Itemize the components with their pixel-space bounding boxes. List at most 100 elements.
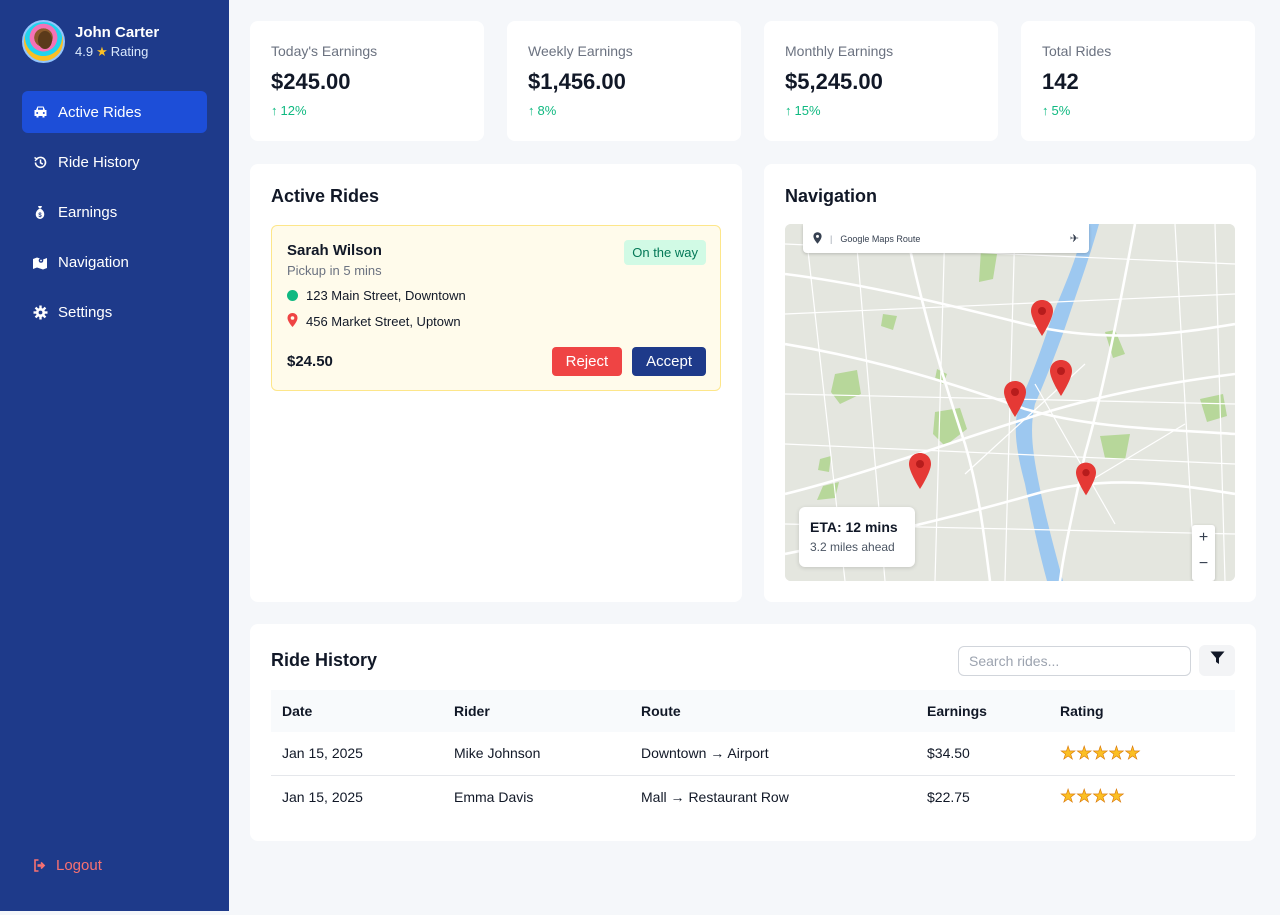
stat-change: ↑ 12%: [271, 103, 463, 118]
column-header-rating[interactable]: Rating: [1049, 690, 1235, 732]
map-marker[interactable]: [1031, 300, 1053, 341]
sidebar-item-earnings[interactable]: $ Earnings: [22, 191, 207, 233]
pickup-address: 123 Main Street, Downtown: [287, 288, 705, 303]
stat-card-weekly-earnings: Weekly Earnings $1,456.00 ↑ 8%: [507, 21, 741, 141]
directions-icon[interactable]: ✈: [1070, 232, 1079, 245]
stat-label: Total Rides: [1042, 43, 1112, 59]
status-badge: On the way: [624, 240, 706, 265]
pickup-dot-icon: [287, 290, 298, 301]
dropoff-address-text: 456 Market Street, Uptown: [306, 314, 461, 329]
ride-request-card[interactable]: Sarah Wilson Pickup in 5 mins On the way…: [271, 225, 721, 391]
stat-card-monthly-earnings: Monthly Earnings $5,245.00 ↑ 15%: [764, 21, 998, 141]
map-search-bar[interactable]: | Google Maps Route ✈: [803, 224, 1089, 253]
filter-icon: [1210, 651, 1225, 670]
column-header-earnings[interactable]: Earnings: [916, 690, 1049, 732]
driver-rating: 4.9 ★ Rating: [75, 44, 159, 60]
logout-label: Logout: [56, 857, 102, 874]
zoom-in-button[interactable]: +: [1192, 525, 1215, 551]
sidebar-item-ride-history[interactable]: Ride History: [22, 141, 207, 183]
column-header-rider[interactable]: Rider: [443, 690, 630, 732]
stat-label: Weekly Earnings: [528, 43, 633, 59]
navigation-panel: Navigation | Google Maps Route ✈ ETA: 12…: [764, 164, 1256, 602]
stat-change: ↑ 15%: [785, 103, 977, 118]
star-icon: ★: [96, 43, 108, 59]
sidebar-item-settings[interactable]: Settings: [22, 291, 207, 333]
history-icon: [32, 154, 48, 170]
sidebar-item-label: Settings: [58, 303, 113, 321]
driver-name: John Carter: [75, 23, 160, 41]
gear-icon: [32, 304, 48, 320]
stat-value: $1,456.00: [528, 69, 626, 94]
map-pin-icon: [813, 231, 822, 246]
avatar[interactable]: [22, 20, 65, 63]
arrow-up-icon: ↑: [1042, 103, 1049, 118]
route-map[interactable]: | Google Maps Route ✈ ETA: 12 mins 3.2 m…: [785, 224, 1235, 581]
stat-change: ↑ 5%: [1042, 103, 1234, 118]
table-header-row: Date Rider Route Earnings Rating: [271, 690, 1235, 732]
arrow-up-icon: ↑: [528, 103, 535, 118]
distance-text: 3.2 miles ahead: [810, 540, 895, 554]
table-row[interactable]: Jan 15, 2025 Mike Johnson Downtown → Air…: [271, 732, 1235, 776]
sidebar-item-navigation[interactable]: Navigation: [22, 241, 207, 283]
panel-title: Active Rides: [271, 186, 380, 206]
cell-rating: ★★★★★: [1049, 732, 1235, 776]
map-marker[interactable]: [1004, 381, 1026, 422]
location-pin-icon: [287, 313, 298, 330]
arrow-up-icon: ↑: [271, 103, 278, 118]
panel-title: Navigation: [785, 186, 878, 206]
eta-card: ETA: 12 mins 3.2 miles ahead: [799, 507, 915, 567]
arrow-up-icon: ↑: [785, 103, 792, 118]
stat-value: $5,245.00: [785, 69, 883, 94]
logout-icon: [32, 858, 48, 874]
active-rides-panel: Active Rides Sarah Wilson Pickup in 5 mi…: [250, 164, 742, 602]
sidebar-item-label: Earnings: [58, 203, 118, 221]
accept-button[interactable]: Accept: [632, 347, 706, 376]
map-icon: [32, 254, 48, 270]
pickup-address-text: 123 Main Street, Downtown: [306, 288, 466, 303]
driver-profile: John Carter 4.9 ★ Rating: [22, 20, 207, 63]
cell-route: Downtown → Airport: [630, 732, 916, 776]
stat-change-value: 8%: [537, 103, 557, 118]
money-bag-icon: $: [32, 204, 48, 220]
stat-card-today-earnings: Today's Earnings $245.00 ↑ 12%: [250, 21, 484, 141]
stat-change-value: 5%: [1051, 103, 1071, 118]
sidebar: John Carter 4.9 ★ Rating Active Rides Ri…: [0, 0, 229, 911]
eta-text: ETA: 12 mins: [810, 519, 898, 535]
column-header-route[interactable]: Route: [630, 690, 916, 732]
stat-value: $245.00: [271, 69, 351, 94]
cell-rider: Mike Johnson: [443, 732, 630, 776]
star-rating-icon: ★★★★: [1060, 786, 1125, 807]
table-row[interactable]: Jan 15, 2025 Emma Davis Mall → Restauran…: [271, 775, 1235, 818]
reject-button[interactable]: Reject: [551, 347, 623, 376]
map-marker[interactable]: [909, 453, 931, 494]
cell-date: Jan 15, 2025: [282, 788, 363, 805]
cell-earnings: $34.50: [916, 732, 1049, 776]
stat-change-value: 12%: [280, 103, 307, 118]
car-icon: [32, 104, 48, 120]
sidebar-item-label: Ride History: [58, 153, 140, 171]
map-bar-divider: |: [830, 233, 833, 244]
sidebar-item-active-rides[interactable]: Active Rides: [22, 91, 207, 133]
search-rides-input[interactable]: [958, 646, 1191, 676]
cell-earnings: $22.75: [927, 788, 970, 805]
stat-value: 142: [1042, 69, 1079, 94]
map-marker[interactable]: [1076, 462, 1096, 501]
ride-actions: $24.50 Reject Accept: [287, 347, 706, 376]
logout-button[interactable]: Logout: [32, 857, 102, 874]
rating-label: Rating: [110, 44, 149, 59]
rating-value: 4.9: [75, 44, 94, 59]
cell-rating: ★★★★: [1049, 775, 1235, 818]
zoom-out-button[interactable]: −: [1192, 551, 1215, 577]
cell-date: Jan 15, 2025: [271, 732, 443, 776]
sidebar-item-label: Navigation: [58, 253, 129, 271]
filter-button[interactable]: [1199, 645, 1235, 676]
column-header-date[interactable]: Date: [271, 690, 443, 732]
star-rating-icon: ★★★★★: [1060, 742, 1141, 763]
map-marker[interactable]: [1050, 360, 1072, 401]
stat-label: Today's Earnings: [271, 43, 378, 59]
cell-rider: Emma Davis: [454, 788, 534, 805]
stat-change-value: 15%: [794, 103, 821, 118]
stat-label: Monthly Earnings: [785, 43, 894, 59]
dropoff-address: 456 Market Street, Uptown: [287, 313, 705, 330]
sidebar-item-label: Active Rides: [58, 103, 142, 121]
